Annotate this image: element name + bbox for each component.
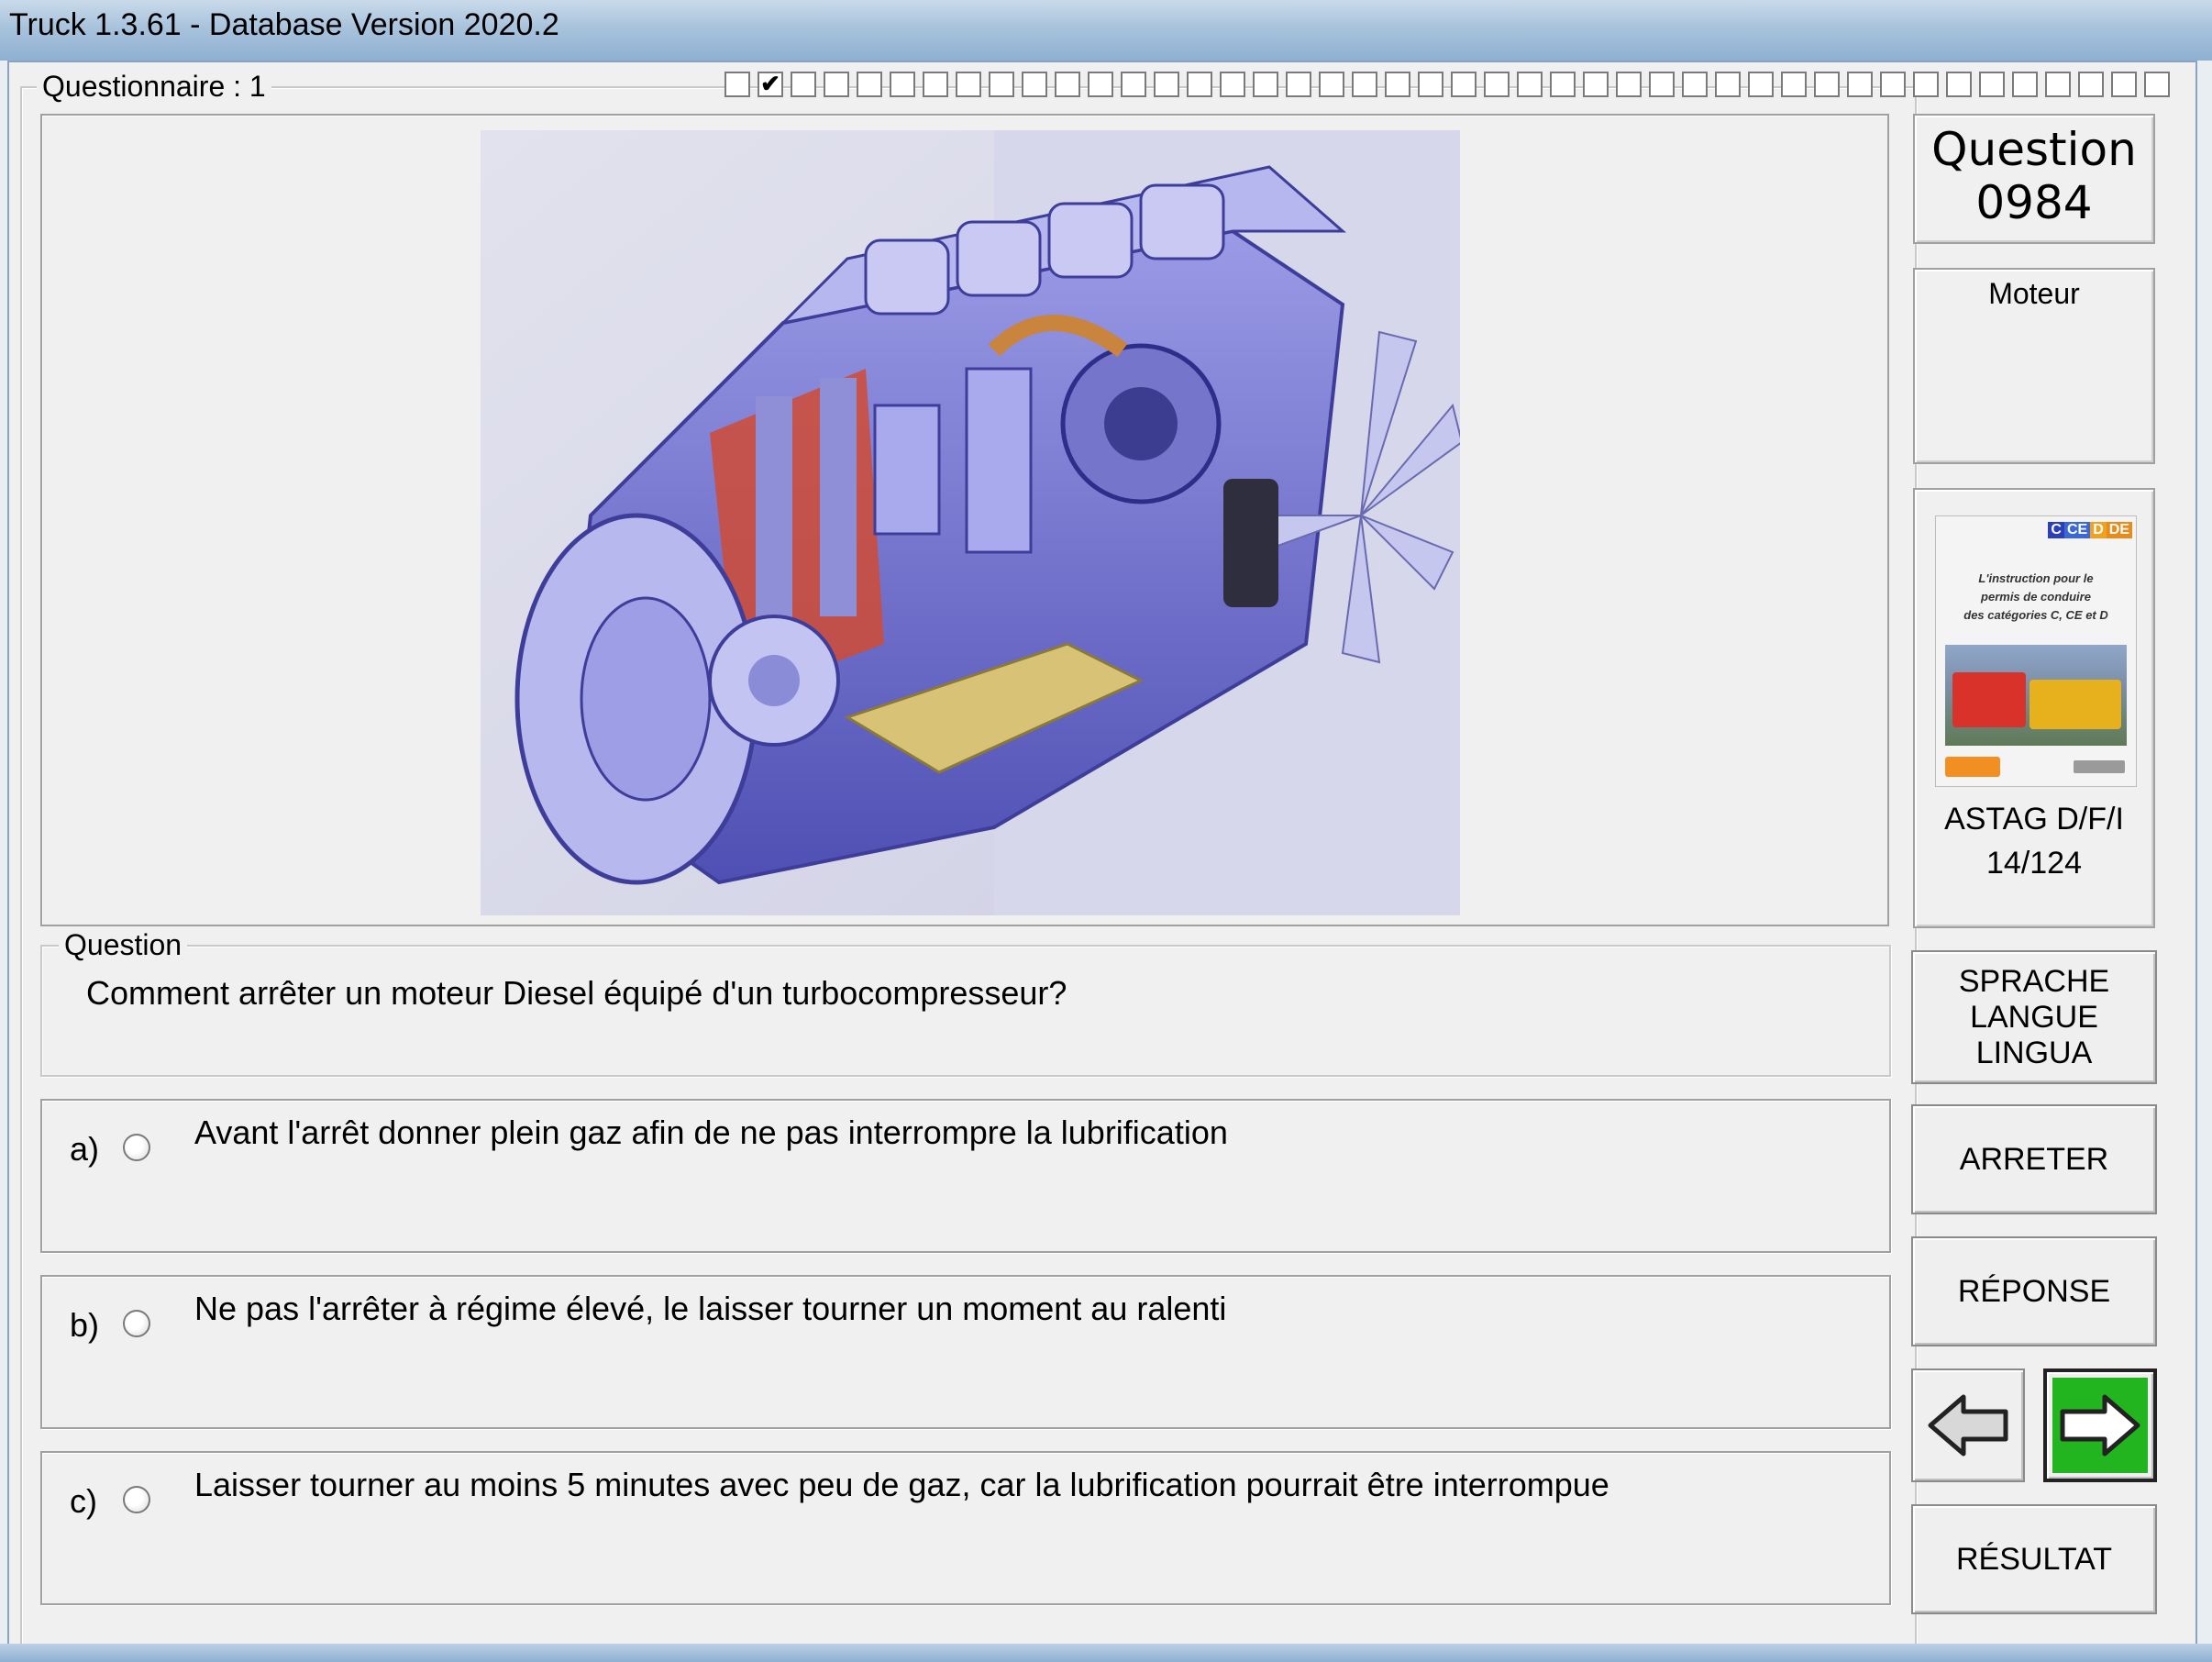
- progress-checkbox: [1814, 72, 1840, 97]
- engine-cutaway-image: [481, 130, 1460, 915]
- progress-checkbox: ✔: [758, 72, 783, 97]
- publisher-logo: [1945, 757, 2000, 777]
- progress-checkbox: [1154, 72, 1179, 97]
- progress-checkbox: [1352, 72, 1377, 97]
- progress-checkbox: [1484, 72, 1510, 97]
- answer-option-b[interactable]: b) Ne pas l'arrêter à régime élevé, le l…: [40, 1275, 1891, 1429]
- progress-checkbox: [724, 72, 750, 97]
- question-image-panel: [40, 114, 1889, 926]
- progress-checkbox: [857, 72, 882, 97]
- question-text: Comment arrêter un moteur Diesel équipé …: [86, 974, 1067, 1012]
- progress-checkbox: [2045, 72, 2071, 97]
- answer-option-a[interactable]: a) Avant l'arrêt donner plein gaz afin d…: [40, 1099, 1891, 1253]
- progress-checkbox: [1451, 72, 1477, 97]
- progress-checkbox: [1286, 72, 1311, 97]
- book-page-label: 14/124: [1986, 846, 2082, 881]
- answer-option-c[interactable]: c) Laisser tourner au moins 5 minutes av…: [40, 1451, 1891, 1605]
- questionnaire-label: Questionnaire : 1: [37, 70, 271, 104]
- category-badges: C CE D DE: [2048, 522, 2132, 538]
- publisher-logo-2: [2074, 760, 2125, 773]
- progress-checkbox: [1649, 72, 1675, 97]
- progress-checkbox: [923, 72, 948, 97]
- category-badge: C: [2048, 522, 2064, 538]
- progress-checkbox: [1055, 72, 1080, 97]
- progress-checkbox: [890, 72, 915, 97]
- progress-checkbox: [2144, 72, 2170, 97]
- truck-icon: [1952, 672, 2026, 727]
- progress-checkbox: [2111, 72, 2137, 97]
- answer-text: Ne pas l'arrêter à régime élevé, le lais…: [194, 1290, 1227, 1327]
- progress-checkbox: [1121, 72, 1146, 97]
- progress-checkbox: [791, 72, 816, 97]
- category-label: Moteur: [1988, 277, 2080, 310]
- book-source-box: C CE D DE L'instruction pour le permis de c…: [1913, 488, 2155, 928]
- language-button[interactable]: SPRACHE LANGUE LINGUA: [1911, 950, 2157, 1084]
- answer-letter: b): [70, 1306, 100, 1344]
- progress-checkbox: [2078, 72, 2104, 97]
- progress-checkbox: [1385, 72, 1410, 97]
- progress-checkbox: [989, 72, 1014, 97]
- book-cover: C CE D DE L'instruction pour le permis de c…: [1935, 515, 2137, 787]
- progress-checkbox: [1550, 72, 1576, 97]
- progress-checkbox: [2012, 72, 2038, 97]
- question-group: Comment arrêter un moteur Diesel équipé …: [40, 945, 1891, 1077]
- progress-checkbox: [1418, 72, 1443, 97]
- category-badge: CE: [2063, 522, 2091, 538]
- book-cover-photo: [1945, 645, 2127, 746]
- book-cover-text: L'instruction pour le permis de conduire…: [1963, 571, 2108, 622]
- category-box: Moteur: [1913, 268, 2155, 464]
- progress-checkbox: [1715, 72, 1741, 97]
- left-arrow-icon: [1928, 1394, 2008, 1457]
- progress-checkbox: [956, 72, 981, 97]
- window-bottom-border: [0, 1644, 2212, 1662]
- progress-checkbox: [1979, 72, 2005, 97]
- question-header-label: Question: [1931, 123, 2137, 176]
- stop-button[interactable]: ARRETER: [1911, 1104, 2157, 1214]
- bus-icon: [2030, 680, 2121, 729]
- progress-checkbox: [1781, 72, 1807, 97]
- previous-button[interactable]: [1911, 1368, 2025, 1482]
- window-title: Truck 1.3.61 - Database Version 2020.2: [9, 7, 559, 42]
- progress-checkbox-strip: ✔: [724, 72, 2170, 101]
- progress-checkbox: [1880, 72, 1906, 97]
- question-number-box: Question 0984: [1913, 114, 2155, 244]
- progress-checkbox: [1253, 72, 1278, 97]
- answer-text: Laisser tourner au moins 5 minutes avec …: [194, 1466, 1609, 1503]
- category-badge: D: [2090, 522, 2107, 538]
- answer-letter: a): [70, 1130, 100, 1168]
- progress-checkbox: [1682, 72, 1708, 97]
- question-group-label: Question: [59, 928, 188, 962]
- progress-checkbox: [824, 72, 849, 97]
- progress-checkbox: [1088, 72, 1113, 97]
- answer-button[interactable]: RÉPONSE: [1911, 1236, 2157, 1346]
- progress-checkbox: [1748, 72, 1774, 97]
- progress-checkbox: [1022, 72, 1047, 97]
- book-source-label: ASTAG D/F/I: [1944, 802, 2124, 837]
- window-titlebar[interactable]: Truck 1.3.61 - Database Version 2020.2: [0, 0, 2212, 61]
- answer-radio-c[interactable]: [123, 1486, 150, 1513]
- progress-checkbox: [1913, 72, 1939, 97]
- next-button[interactable]: [2043, 1368, 2157, 1482]
- question-number: 0984: [1975, 176, 2093, 229]
- category-badge: DE: [2106, 522, 2132, 538]
- answer-letter: c): [70, 1482, 97, 1520]
- result-button[interactable]: RÉSULTAT: [1911, 1504, 2157, 1614]
- progress-checkbox: [1583, 72, 1609, 97]
- answer-radio-b[interactable]: [123, 1310, 150, 1337]
- right-arrow-icon: [2060, 1394, 2140, 1457]
- progress-checkbox: [1220, 72, 1245, 97]
- progress-checkbox: [1517, 72, 1543, 97]
- progress-checkbox: [1319, 72, 1344, 97]
- progress-checkbox: [1616, 72, 1642, 97]
- answer-text: Avant l'arrêt donner plein gaz afin de n…: [194, 1114, 1228, 1151]
- progress-checkbox: [1187, 72, 1212, 97]
- progress-checkbox: [1946, 72, 1972, 97]
- answer-radio-a[interactable]: [123, 1134, 150, 1161]
- next-button-fill: [2052, 1378, 2148, 1473]
- progress-checkbox: [1847, 72, 1873, 97]
